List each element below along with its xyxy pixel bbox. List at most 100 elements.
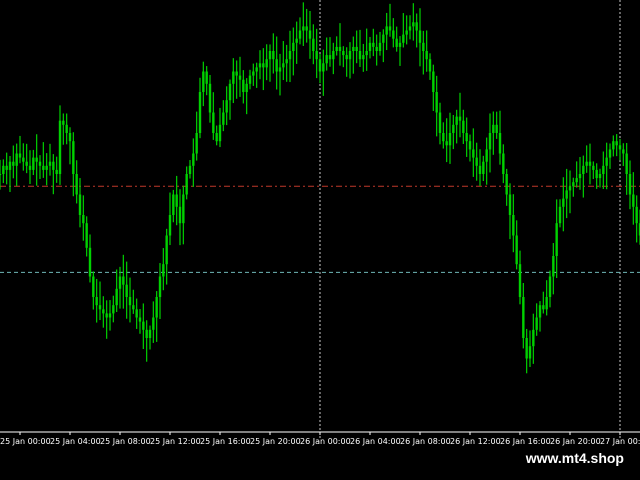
- candle-body: [372, 42, 375, 47]
- candle-body: [212, 112, 215, 133]
- candle-body: [118, 276, 122, 289]
- candle-body: [582, 165, 585, 174]
- time-tick-label: 25 Jan 16:00: [200, 437, 251, 446]
- candle-body: [315, 51, 318, 60]
- candle-body: [28, 165, 32, 170]
- candle-body: [245, 83, 248, 92]
- candle-body: [288, 51, 292, 60]
- candle-body: [175, 194, 178, 207]
- candle-body: [202, 71, 205, 92]
- candle-body: [498, 133, 502, 154]
- candle-body: [185, 174, 188, 195]
- candle-body: [555, 223, 558, 256]
- candle-body: [348, 51, 352, 60]
- candle-body: [538, 305, 542, 318]
- candle-body: [535, 317, 538, 330]
- candle-body: [222, 112, 225, 125]
- candle-body: [635, 206, 638, 224]
- time-tick-label: 26 Jan 12:00: [450, 437, 501, 446]
- candle-body: [195, 133, 198, 154]
- candle-body: [615, 141, 618, 146]
- candle-body: [422, 42, 425, 51]
- candle-body: [408, 26, 412, 31]
- candle-body: [102, 309, 105, 314]
- candle-body: [172, 194, 175, 215]
- candle-body: [512, 215, 515, 236]
- candle-body: [25, 161, 28, 166]
- candle-body: [472, 149, 475, 158]
- candle-body: [552, 256, 555, 277]
- candle-body: [495, 124, 498, 133]
- candle-body: [265, 59, 268, 68]
- candle-body: [542, 305, 545, 310]
- candle-body: [132, 305, 135, 310]
- candle-body: [548, 276, 552, 297]
- candle-body: [412, 22, 415, 27]
- candle-body: [45, 165, 48, 170]
- candle-body: [458, 116, 462, 121]
- candle-body: [492, 124, 495, 133]
- candle-body: [152, 317, 155, 330]
- candle-body: [388, 26, 392, 31]
- candle-body: [385, 26, 388, 35]
- candle-body: [432, 71, 435, 92]
- candle-body: [248, 75, 252, 84]
- candle-body: [595, 169, 598, 179]
- candle-body: [285, 59, 288, 64]
- candle-body: [65, 124, 68, 133]
- candle-body: [125, 284, 128, 297]
- candle-body: [162, 264, 165, 277]
- candle-body: [238, 75, 242, 80]
- time-tick-label: 26 Jan 04:00: [350, 437, 401, 446]
- candle-body: [588, 161, 592, 166]
- candle-body: [292, 42, 295, 51]
- candle-body: [365, 51, 368, 56]
- candle-body: [452, 124, 455, 133]
- candle-body: [572, 182, 575, 187]
- candle-body: [155, 297, 158, 318]
- candle-body: [278, 67, 282, 72]
- time-tick-label: 26 Jan 16:00: [500, 437, 551, 446]
- candle-body: [355, 46, 358, 51]
- candle-body: [375, 46, 378, 51]
- candle-body: [532, 329, 535, 347]
- candle-body: [602, 165, 605, 174]
- candle-body: [395, 38, 398, 47]
- candle-body: [558, 206, 562, 224]
- candle-body: [268, 51, 272, 60]
- candle-body: [605, 157, 608, 166]
- candle-body: [358, 51, 362, 60]
- candle-body: [345, 55, 348, 60]
- candle-body: [35, 157, 38, 162]
- candle-body: [488, 133, 492, 150]
- candle-body: [158, 276, 162, 297]
- candle-body: [545, 297, 548, 310]
- candle-body: [258, 63, 262, 68]
- candle-body: [242, 79, 245, 92]
- candle-body: [98, 305, 102, 310]
- candle-body: [235, 71, 238, 76]
- candle-body: [145, 329, 148, 338]
- candle-body: [368, 42, 372, 51]
- candle-body: [625, 153, 628, 174]
- candle-body: [122, 276, 125, 285]
- candle-body: [435, 92, 438, 113]
- candle-body: [68, 133, 72, 142]
- candle-body: [382, 34, 385, 43]
- candle-body: [215, 133, 218, 142]
- candle-body: [502, 153, 505, 174]
- candle-body: [325, 55, 328, 64]
- time-tick-label: 25 Jan 04:00: [50, 437, 101, 446]
- candle-body: [135, 309, 138, 318]
- time-tick-label: 25 Jan 12:00: [150, 437, 201, 446]
- candle-body: [85, 223, 88, 248]
- candle-body: [442, 133, 445, 142]
- candle-body: [282, 63, 285, 68]
- candle-body: [205, 71, 208, 84]
- candle-body: [575, 178, 578, 183]
- candle-body: [112, 305, 115, 314]
- candle-body: [302, 26, 305, 31]
- candle-body: [105, 313, 108, 318]
- candle-body: [415, 22, 418, 31]
- candle-body: [485, 149, 488, 162]
